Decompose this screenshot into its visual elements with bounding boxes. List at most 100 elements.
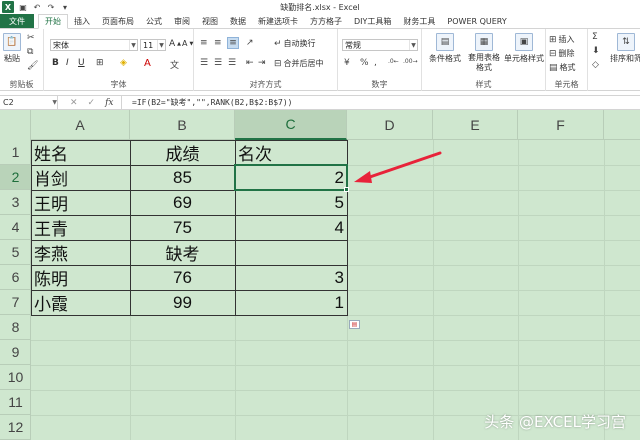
row-header-6[interactable]: 6 xyxy=(0,265,31,290)
row-header-2[interactable]: 2 xyxy=(0,165,31,190)
name-box[interactable]: C2 ▼ xyxy=(0,96,58,109)
row-header-5[interactable]: 5 xyxy=(0,240,31,265)
font-name-select[interactable]: 宋体 ▼ xyxy=(50,39,138,51)
select-all-button[interactable] xyxy=(0,110,31,140)
cell-b4[interactable]: 75 xyxy=(130,215,235,240)
cell-b7[interactable]: 99 xyxy=(130,290,235,315)
cut-button[interactable]: ✂ xyxy=(27,33,35,43)
currency-button[interactable]: ¥ xyxy=(344,58,350,68)
format-painter-button[interactable]: 🖌 xyxy=(27,61,38,71)
redo-icon[interactable]: ↷ xyxy=(46,2,56,12)
phonetic-button[interactable]: 文 xyxy=(170,58,179,71)
sort-filter-button[interactable]: ⇅ 排序和筛 xyxy=(610,33,640,64)
undo-icon[interactable]: ↶ xyxy=(32,2,42,12)
enter-icon[interactable]: ✓ xyxy=(88,98,96,108)
underline-button[interactable]: U xyxy=(78,58,85,68)
row-header-10[interactable]: 10 xyxy=(0,365,31,390)
increase-decimal-button[interactable]: .0← xyxy=(388,58,399,65)
row-header-3[interactable]: 3 xyxy=(0,190,31,215)
tab-home[interactable]: 开始 xyxy=(38,14,68,29)
tab-diy-tools[interactable]: DIY工具箱 xyxy=(348,14,397,28)
row-header-9[interactable]: 9 xyxy=(0,340,31,365)
orientation-button[interactable]: ↗ xyxy=(246,38,254,48)
column-header-a[interactable]: A xyxy=(31,110,130,140)
cell-c1[interactable]: 名次 xyxy=(235,140,347,165)
cell-b6[interactable]: 76 xyxy=(130,265,235,290)
fill-handle[interactable] xyxy=(344,187,349,192)
cell-a6[interactable]: 陈明 xyxy=(31,265,130,290)
paste-button[interactable]: 📋 粘贴 xyxy=(3,33,21,64)
tab-view[interactable]: 视图 xyxy=(196,14,224,28)
shrink-font-button[interactable]: A ▼ xyxy=(182,39,193,48)
clear-button[interactable]: ◇ xyxy=(592,60,599,70)
paste-options-icon[interactable]: ▤ xyxy=(349,320,360,329)
grow-font-button[interactable]: A ▲ xyxy=(169,39,181,49)
fill-color-button[interactable]: ◈ xyxy=(120,58,127,68)
conditional-format-button[interactable]: ▤ 条件格式 xyxy=(426,33,464,64)
tab-new[interactable]: 新建选项卡 xyxy=(252,14,304,28)
copy-button[interactable]: ⧉ xyxy=(27,47,33,57)
italic-button[interactable]: I xyxy=(66,58,69,68)
align-right-button[interactable]: ☰ xyxy=(228,58,236,68)
column-header-b[interactable]: B xyxy=(130,110,235,140)
cell-b3[interactable]: 69 xyxy=(130,190,235,215)
font-size-select[interactable]: 11 ▼ xyxy=(140,39,166,51)
comma-button[interactable]: , xyxy=(374,58,377,68)
cell-c2[interactable]: 2 xyxy=(235,165,347,190)
worksheet-grid[interactable]: A B C D E F 1 2 3 4 5 6 7 8 9 10 11 12 姓… xyxy=(0,110,640,440)
column-header-e[interactable]: E xyxy=(433,110,518,140)
tab-page-layout[interactable]: 页面布局 xyxy=(96,14,140,28)
cell-a3[interactable]: 王明 xyxy=(31,190,130,215)
row-header-4[interactable]: 4 xyxy=(0,215,31,240)
tab-finance-tools[interactable]: 财务工具 xyxy=(397,14,441,28)
borders-button[interactable]: ⊞ xyxy=(96,58,104,68)
cell-a5[interactable]: 李燕 xyxy=(31,240,130,265)
column-header-c[interactable]: C xyxy=(235,110,347,140)
align-bottom-button[interactable]: ≡ xyxy=(227,37,239,49)
format-cells-button[interactable]: ▤ 格式 xyxy=(549,62,576,73)
formula-input[interactable]: =IF(B2="缺考","",RANK(B2,B$2:B$7)) xyxy=(122,97,293,108)
cell-a2[interactable]: 肖剑 xyxy=(31,165,130,190)
row-header-12[interactable]: 12 xyxy=(0,415,31,440)
tab-data[interactable]: 数据 xyxy=(224,14,252,28)
quick-access-more-icon[interactable]: ▾ xyxy=(60,2,70,12)
decrease-decimal-button[interactable]: .00→ xyxy=(403,58,418,65)
tab-review[interactable]: 审阅 xyxy=(168,14,196,28)
column-header-f[interactable]: F xyxy=(518,110,604,140)
align-top-button[interactable]: ≡ xyxy=(200,38,208,48)
row-header-7[interactable]: 7 xyxy=(0,290,31,315)
tab-insert[interactable]: 插入 xyxy=(68,14,96,28)
wrap-text-button[interactable]: ↵ 自动换行 xyxy=(274,38,316,49)
column-header-d[interactable]: D xyxy=(347,110,433,140)
font-color-button[interactable]: A xyxy=(144,58,151,69)
row-header-11[interactable]: 11 xyxy=(0,390,31,415)
save-icon[interactable]: ▣ xyxy=(18,2,28,12)
row-header-1[interactable]: 1 xyxy=(0,140,31,165)
align-center-button[interactable]: ☰ xyxy=(214,58,222,68)
cell-a1[interactable]: 姓名 xyxy=(31,140,130,165)
cell-c5[interactable] xyxy=(235,240,347,265)
tab-formulas[interactable]: 公式 xyxy=(140,14,168,28)
cell-b5[interactable]: 缺考 xyxy=(130,240,235,265)
cell-a4[interactable]: 王青 xyxy=(31,215,130,240)
cell-c3[interactable]: 5 xyxy=(235,190,347,215)
bold-button[interactable]: B xyxy=(52,58,59,68)
delete-cells-button[interactable]: ⊟ 删除 xyxy=(549,48,575,59)
row-header-8[interactable]: 8 xyxy=(0,315,31,340)
cancel-icon[interactable]: ✕ xyxy=(70,98,78,108)
cell-c7[interactable]: 1 xyxy=(235,290,347,315)
number-format-select[interactable]: 常规 ▼ xyxy=(342,39,418,51)
tab-power-query[interactable]: POWER QUERY xyxy=(441,14,512,28)
fill-button[interactable]: ⬇ xyxy=(592,46,600,56)
cell-c4[interactable]: 4 xyxy=(235,215,347,240)
tab-fangfange[interactable]: 方方格子 xyxy=(304,14,348,28)
insert-function-button[interactable]: fx xyxy=(105,98,113,108)
cell-styles-button[interactable]: ▣ 单元格样式 xyxy=(502,33,546,64)
insert-cells-button[interactable]: ⊞ 插入 xyxy=(549,34,575,45)
cell-b1[interactable]: 成绩 xyxy=(130,140,235,165)
autosum-button[interactable]: Σ xyxy=(592,32,598,42)
cell-c6[interactable]: 3 xyxy=(235,265,347,290)
format-as-table-button[interactable]: ▦ 套用表格格式 xyxy=(466,33,502,73)
percent-button[interactable]: % xyxy=(360,58,369,68)
decrease-indent-button[interactable]: ⇤ xyxy=(246,58,254,68)
